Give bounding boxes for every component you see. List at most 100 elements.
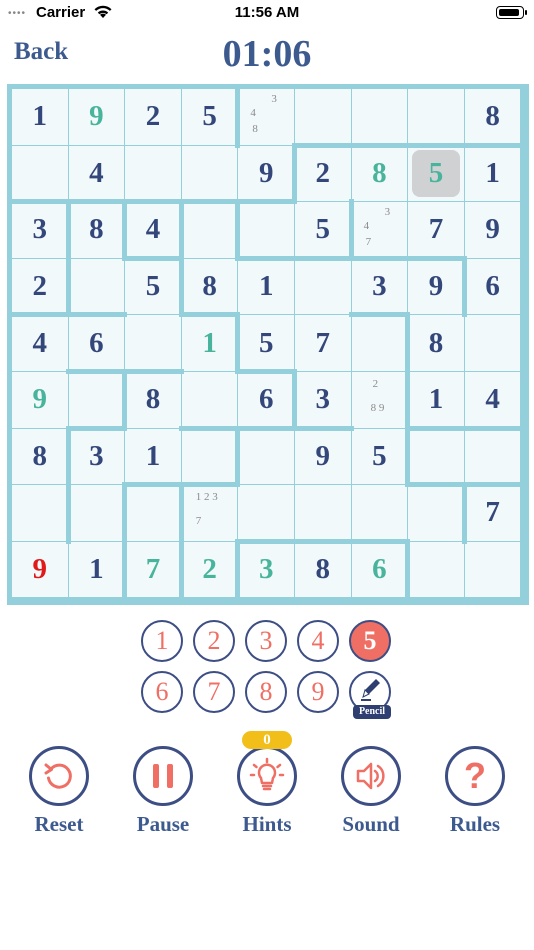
board-cell[interactable]: 2 8 9 (351, 372, 408, 428)
number-button-9[interactable]: 9 (297, 671, 339, 713)
board-cell[interactable] (125, 145, 181, 202)
board-cell[interactable]: 9 (295, 428, 351, 485)
board-cell[interactable] (408, 541, 464, 598)
board-cell[interactable]: 1 (181, 315, 238, 371)
board-cell[interactable]: 8 (181, 258, 238, 315)
board-cell[interactable] (351, 89, 408, 145)
board-cell[interactable]: 5 (238, 315, 294, 371)
cell-value: 5 (428, 156, 444, 189)
board-cell[interactable]: 7 (408, 202, 464, 258)
board-cell[interactable]: 4 (125, 202, 181, 258)
board-cell[interactable]: 3 (12, 202, 68, 258)
pencil-button[interactable]: Pencil (349, 671, 391, 719)
board-cell[interactable]: 1 (68, 541, 125, 598)
board-cell[interactable] (68, 485, 125, 541)
pencil-note: 3 (271, 93, 277, 105)
board-cell[interactable] (181, 202, 238, 258)
board-cell[interactable]: 5 (295, 202, 351, 258)
board-cell[interactable] (408, 89, 464, 145)
board-cell[interactable]: 9 (408, 258, 464, 315)
board-cell[interactable]: 4 (464, 372, 521, 428)
board-cell[interactable] (238, 202, 294, 258)
board-cell[interactable] (295, 485, 351, 541)
number-button-2[interactable]: 2 (193, 620, 235, 662)
number-button-7[interactable]: 7 (193, 671, 235, 713)
board-cell[interactable]: 9 (238, 145, 294, 202)
board-cell[interactable]: 1 (464, 145, 521, 202)
region-border (461, 482, 524, 488)
board-cell[interactable]: 5 (181, 89, 238, 145)
board-cell[interactable]: 7 (464, 485, 521, 541)
board-cell[interactable]: 5 (408, 145, 464, 202)
board-cell[interactable]: 8 (125, 372, 181, 428)
rules-circle: ? (445, 746, 505, 806)
board-cell[interactable] (181, 372, 238, 428)
board-cell[interactable]: 8 (12, 428, 68, 485)
board-cell[interactable]: 6 (351, 541, 408, 598)
board-cell[interactable]: 1 (125, 428, 181, 485)
board-cell[interactable]: 2 (295, 145, 351, 202)
board-cell[interactable]: 6 (464, 258, 521, 315)
board-cell[interactable]: 8 (408, 315, 464, 371)
number-button-4[interactable]: 4 (297, 620, 339, 662)
board-cell[interactable] (295, 258, 351, 315)
board-cell[interactable] (125, 315, 181, 371)
cell-value: 6 (89, 326, 104, 359)
board-cell[interactable] (408, 485, 464, 541)
number-button-8[interactable]: 8 (245, 671, 287, 713)
board-cell[interactable] (12, 485, 68, 541)
cell-value: 8 (202, 270, 217, 303)
number-button-5[interactable]: 5 (349, 620, 391, 662)
board-cell[interactable] (464, 315, 521, 371)
board-cell[interactable]: 8 (464, 89, 521, 145)
board-cell[interactable]: 6 (238, 372, 294, 428)
number-button-1[interactable]: 1 (141, 620, 183, 662)
board-cell[interactable]: 1 2 3 7 (181, 485, 238, 541)
board-cell[interactable] (181, 428, 238, 485)
board-cell[interactable]: 2 (125, 89, 181, 145)
board-cell[interactable] (464, 541, 521, 598)
board-cell[interactable] (238, 485, 294, 541)
board-cell[interactable]: 1 (12, 89, 68, 145)
board-cell[interactable]: 9 (68, 89, 125, 145)
board-cell[interactable] (68, 258, 125, 315)
board-cell[interactable]: 3 (351, 258, 408, 315)
board-cell[interactable]: 9 (12, 372, 68, 428)
board-cell[interactable]: 7 (125, 541, 181, 598)
region-border (235, 86, 241, 148)
board-cell[interactable]: 3 (295, 372, 351, 428)
board-cell[interactable] (295, 89, 351, 145)
board-cell[interactable]: 6 (68, 315, 125, 371)
board-cell[interactable]: 5 (125, 258, 181, 315)
board-cell[interactable]: 9 (464, 202, 521, 258)
board-cell[interactable]: 1 (238, 258, 294, 315)
board-cell[interactable] (408, 428, 464, 485)
board-cell[interactable]: 2 (12, 258, 68, 315)
board-cell[interactable] (125, 485, 181, 541)
board-cell[interactable]: 5 (351, 428, 408, 485)
board-cell[interactable] (351, 315, 408, 371)
board-cell[interactable] (238, 428, 294, 485)
board-cell[interactable]: 9 (12, 541, 68, 598)
number-button-6[interactable]: 6 (141, 671, 183, 713)
region-border (348, 199, 354, 261)
board-cell[interactable]: 3 4 7 (351, 202, 408, 258)
number-button-3[interactable]: 3 (245, 620, 287, 662)
board-cell[interactable]: 8 (351, 145, 408, 202)
board-cell[interactable]: 7 (295, 315, 351, 371)
board-cell[interactable]: 1 (408, 372, 464, 428)
board-cell[interactable]: 3 (238, 541, 294, 598)
board-cell[interactable]: 2 (181, 541, 238, 598)
board-cell[interactable]: 4 (12, 315, 68, 371)
board-cell[interactable]: 3 4 8 (238, 89, 294, 145)
board-cell[interactable]: 8 (68, 202, 125, 258)
board-cell[interactable] (351, 485, 408, 541)
board-cell[interactable]: 4 (68, 145, 125, 202)
board-cell[interactable] (464, 428, 521, 485)
board-cell[interactable] (68, 372, 125, 428)
region-border (292, 369, 297, 431)
board-cell[interactable] (12, 145, 68, 202)
board-cell[interactable]: 3 (68, 428, 125, 485)
board-cell[interactable] (181, 145, 238, 202)
board-cell[interactable]: 8 (295, 541, 351, 598)
